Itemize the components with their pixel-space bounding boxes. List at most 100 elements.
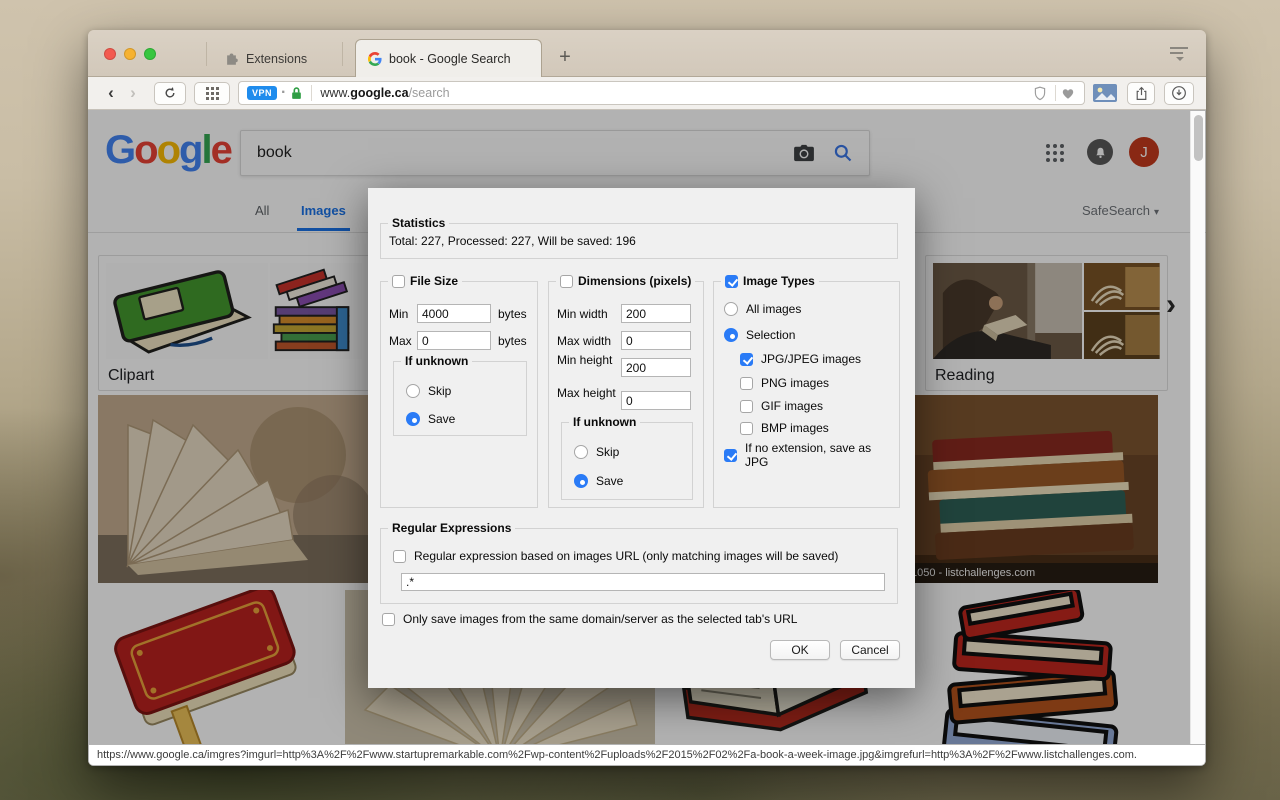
max-size-input[interactable] [417,331,491,350]
tab-overflow-menu-icon[interactable] [1168,45,1190,63]
dimensions-checkbox[interactable] [560,275,573,288]
min-width-label: Min width [557,307,608,321]
same-domain-checkbox[interactable] [382,613,395,626]
regex-fieldset: Regular Expressions Regular expression b… [380,528,898,604]
share-button[interactable] [1127,82,1155,105]
save-radio-row[interactable]: Save [406,412,455,426]
tab-google-search[interactable]: book - Google Search [355,39,542,77]
reload-button[interactable] [154,82,186,105]
tab-bar: Extensions book - Google Search + [88,30,1206,77]
file-size-if-unknown-fieldset: If unknown Skip Save [393,361,527,436]
no-extension-checkbox[interactable] [724,449,737,462]
image-types-checkbox[interactable] [725,275,738,288]
png-checkbox-row[interactable]: PNG images [740,376,829,390]
url-bar[interactable]: VPN · www.google.ca/search [238,81,1085,105]
back-button[interactable]: ‹ [100,83,122,103]
file-size-fieldset: File Size Min bytes Max bytes If unknown… [380,281,538,508]
dial-grid-button[interactable] [194,82,230,105]
ok-button[interactable]: OK [770,640,830,660]
min-width-input[interactable] [621,304,691,323]
zoom-window-button[interactable] [144,48,156,60]
regex-pattern-input[interactable] [401,573,885,591]
downloads-button[interactable] [1164,82,1194,105]
skip-radio-row[interactable]: Skip [574,445,619,459]
url-separator [1055,85,1056,101]
gif-checkbox-row[interactable]: GIF images [740,399,823,413]
navigation-toolbar: ‹ › VPN · www.google.ca/search [88,77,1206,110]
tab-divider [342,42,343,66]
regex-checkbox-row[interactable]: Regular expression based on images URL (… [393,549,838,563]
forward-button[interactable]: › [122,83,144,103]
dimensions-legend: Dimensions (pixels) [556,274,695,288]
page-scrollbar[interactable] [1190,111,1205,765]
scrollbar-thumb[interactable] [1194,115,1203,161]
max-size-label: Max [389,334,412,348]
bmp-checkbox[interactable] [740,422,753,435]
regex-checkbox[interactable] [393,550,406,563]
min-size-label: Min [389,307,408,321]
no-extension-checkbox-row[interactable]: If no extension, save as JPG [724,442,892,469]
all-images-radio[interactable] [724,302,738,316]
tab-divider [206,42,207,66]
shield-icon[interactable] [1033,86,1047,101]
tab-extensions-label: Extensions [246,52,307,66]
skip-radio[interactable] [406,384,420,398]
min-height-label: Min height [557,354,617,368]
image-saver-dialog: Statistics Total: 227, Processed: 227, W… [368,188,915,688]
jpg-checkbox-row[interactable]: JPG/JPEG images [740,352,861,366]
max-width-label: Max width [557,334,611,348]
png-checkbox[interactable] [740,377,753,390]
browser-window: Extensions book - Google Search + ‹ › [88,30,1206,766]
tab-extensions[interactable]: Extensions [210,40,321,77]
bmp-checkbox-row[interactable]: BMP images [740,421,829,435]
save-radio[interactable] [406,412,420,426]
selection-radio-row[interactable]: Selection [724,328,795,342]
lock-icon[interactable] [290,86,303,101]
save-radio-row[interactable]: Save [574,474,623,488]
image-downloader-extension-icon[interactable] [1093,84,1117,102]
url-text: www.google.ca/search [320,86,1033,100]
desktop-wallpaper: Extensions book - Google Search + ‹ › [0,0,1280,800]
dimensions-fieldset: Dimensions (pixels) Min width Max width … [548,281,704,508]
jpg-checkbox[interactable] [740,353,753,366]
max-size-unit: bytes [498,334,527,348]
skip-radio[interactable] [574,445,588,459]
max-width-input[interactable] [621,331,691,350]
if-unknown-legend: If unknown [569,415,640,429]
new-tab-button[interactable]: + [550,43,580,73]
heart-icon[interactable] [1060,86,1076,100]
status-bar: https://www.google.ca/imgres?imgurl=http… [88,744,1206,766]
url-dot-separator: · [281,84,286,102]
if-unknown-legend: If unknown [401,354,472,368]
min-size-unit: bytes [498,307,527,321]
close-window-button[interactable] [104,48,116,60]
dimensions-if-unknown-fieldset: If unknown Skip Save [561,422,693,500]
statistics-fieldset: Statistics Total: 227, Processed: 227, W… [380,223,898,259]
skip-radio-row[interactable]: Skip [406,384,451,398]
statistics-legend: Statistics [388,216,449,230]
tab-google-search-label: book - Google Search [389,52,511,66]
all-images-radio-row[interactable]: All images [724,302,801,316]
image-types-fieldset: Image Types All images Selection JPG/JPE… [713,281,900,508]
minimize-window-button[interactable] [124,48,136,60]
puzzle-icon [224,51,239,66]
page-content: Google book J [88,110,1206,766]
save-radio[interactable] [574,474,588,488]
file-size-legend: File Size [388,274,462,288]
file-size-checkbox[interactable] [392,275,405,288]
selection-radio[interactable] [724,328,738,342]
vpn-badge[interactable]: VPN [247,86,277,100]
min-height-input[interactable] [621,358,691,377]
regex-legend: Regular Expressions [388,521,515,535]
url-separator [311,85,312,101]
google-favicon [368,52,382,66]
min-size-input[interactable] [417,304,491,323]
image-types-legend: Image Types [721,274,819,288]
max-height-label: Max height [557,387,617,401]
statistics-summary: Total: 227, Processed: 227, Will be save… [389,234,636,248]
cancel-button[interactable]: Cancel [840,640,900,660]
max-height-input[interactable] [621,391,691,410]
same-domain-checkbox-row[interactable]: Only save images from the same domain/se… [382,612,797,626]
status-url: https://www.google.ca/imgres?imgurl=http… [97,749,1137,761]
gif-checkbox[interactable] [740,400,753,413]
